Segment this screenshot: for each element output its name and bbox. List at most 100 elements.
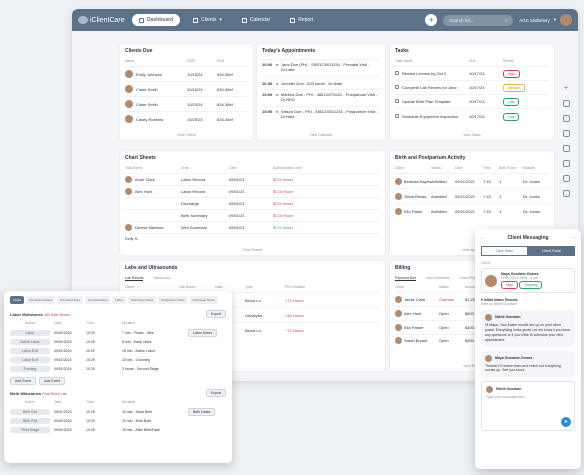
task-row[interactable]: Complete Lab Review for Jane 10/17/24 Medi… bbox=[395, 80, 549, 94]
table-row[interactable]: Elin Parks Admitted 09/21/2021 7:15 1 Dr. Jon… bbox=[395, 203, 549, 218]
tab-ultrasound[interactable]: Ultrasound bbox=[153, 276, 170, 281]
tab-discharge-notes[interactable]: Discharge Notes bbox=[128, 296, 157, 304]
appointment-row[interactable]: 10:30 ● Jennifer Doe - 623 south - Dr.Nate bbox=[262, 76, 380, 89]
task-row[interactable]: Update Birth Plan Template 10/17/24 Low bbox=[395, 94, 549, 108]
appointment-time: 10:00 bbox=[262, 62, 273, 67]
table-row[interactable]: Denise Martinez Well Summary 09/01/21 ⏲ 24 … bbox=[125, 221, 380, 233]
notes-tag[interactable]: Labor Notes bbox=[188, 328, 218, 337]
tab-prenatal-notes[interactable]: Prenatal Notes bbox=[57, 296, 84, 304]
table-row[interactable]: Kelly S. bbox=[125, 233, 380, 243]
message-input[interactable]: Type your message here... bbox=[486, 395, 570, 400]
add-event-button-2[interactable]: Add Event bbox=[39, 377, 66, 385]
col-lab: Lab Name bbox=[179, 285, 196, 289]
compose-box[interactable]: Nikhil Goodwin Type your message here... ➤ bbox=[481, 381, 575, 432]
draft: Labor Record bbox=[181, 177, 206, 182]
table-row[interactable]: Emily Johnson 10/15/24 634-36ef bbox=[125, 66, 248, 81]
plus-icon[interactable]: + bbox=[563, 84, 570, 92]
tab-new-estimates[interactable]: New Estimates bbox=[426, 276, 449, 281]
task-row[interactable]: Schedule Equipment Inspection 10/17/24 Low bbox=[395, 108, 549, 124]
date: 09/01/21 bbox=[229, 201, 245, 206]
time: 10:29 bbox=[86, 427, 95, 432]
messaging-segment: Care Team Client Portal bbox=[481, 246, 575, 256]
nav-calendar[interactable]: Calendar bbox=[235, 14, 277, 26]
task-row[interactable]: Review License by Oct 3 10/17/24 High bbox=[395, 66, 549, 80]
view-all-link[interactable]: View Sheets bbox=[120, 248, 385, 252]
tab-postpartum-visits[interactable]: Postpartum Visits bbox=[158, 296, 188, 304]
table-row[interactable]: Olivia Rekav Admitted 09/21/2021 7:15 1 Dr. J… bbox=[395, 188, 549, 203]
table-row[interactable]: Bedinda Hayes Admitted 09/21/2021 7:15 1 Dr. … bbox=[395, 173, 549, 188]
tab-client-portal[interactable]: Client Portal bbox=[528, 246, 575, 256]
tab-intake[interactable]: Intake bbox=[10, 296, 25, 304]
table-row[interactable]: Alex Hunt Labor Record 09/01/21 ⏲ 24 Hours bbox=[125, 185, 380, 197]
tab-labor[interactable]: Labor bbox=[112, 296, 127, 304]
checkbox[interactable] bbox=[395, 113, 399, 118]
view-all-link[interactable]: View Calendar bbox=[257, 133, 385, 137]
col-client: Client bbox=[395, 166, 404, 170]
time: 10:29 bbox=[86, 339, 95, 344]
back-arrow-icon[interactable]: ← bbox=[481, 236, 485, 240]
send-icon[interactable]: ➤ bbox=[561, 417, 571, 428]
action: Labor Exit bbox=[10, 347, 50, 354]
shield-icon[interactable] bbox=[562, 100, 570, 107]
client-name: Emily Johnson bbox=[136, 71, 163, 77]
list-icon[interactable] bbox=[562, 160, 570, 167]
tab-prenatal-updates[interactable]: Prenatal Updates bbox=[26, 296, 56, 304]
export-button[interactable]: Export bbox=[205, 389, 226, 397]
table-row[interactable]: Anne Clark Labor Record 09/01/21 ⏲ 24 Hours bbox=[125, 173, 380, 185]
duration: 10 min - Birth Note bbox=[122, 418, 152, 423]
table-row[interactable]: Casey Robbins 10/25/24 634-36ef bbox=[125, 111, 248, 126]
milestone-row[interactable]: Birth Exit 09/01/2024 10:29 10 min - Head B… bbox=[10, 407, 226, 416]
client-dob: 10/25/24 bbox=[187, 116, 203, 122]
milestone-row[interactable]: Birth Exit 09/01/2024 10:29 10 min - Birth … bbox=[10, 416, 226, 425]
checkbox[interactable] bbox=[395, 85, 399, 89]
notes-tag[interactable]: Birth Notes bbox=[188, 407, 216, 416]
time: 7:15 bbox=[483, 208, 491, 214]
top-navigation: iClientCare Dashboard Clients ▾ Calendar … bbox=[72, 9, 578, 31]
add-button[interactable]: + bbox=[425, 14, 438, 26]
nav-report[interactable]: Report bbox=[283, 14, 320, 26]
table-row[interactable]: Birth Summary 09/01/21 ⏲ 24 Hours bbox=[125, 209, 380, 221]
export-button[interactable]: Export bbox=[205, 310, 226, 318]
app-logo[interactable]: iClientCare bbox=[78, 16, 126, 24]
tab-prenatal-rapp[interactable]: Prenatal Rapp bbox=[85, 296, 111, 304]
task-name: Update Birth Plan Template bbox=[402, 99, 451, 104]
checkbox[interactable] bbox=[395, 71, 399, 75]
milestone-row[interactable]: Labor Exit 09/01/2024 10:29 15 min - Crowni… bbox=[10, 355, 226, 364]
appointment-row[interactable]: 10:00 ● Jane Doe (PH) - SSB1230/11234 - Pr… bbox=[262, 59, 380, 76]
milestone-row[interactable]: Labor 09/01/2024 10:29 7 min - Phase - 48hr… bbox=[10, 328, 226, 337]
view-all-link[interactable]: View Tasks bbox=[390, 133, 554, 137]
chart-icon[interactable] bbox=[562, 145, 570, 152]
table-row[interactable]: Discharge 09/01/21 ⏲ 24 Hours bbox=[125, 197, 380, 209]
appointment-row[interactable]: 13:00 ● Martina Doe - PHI - 4861347/3221 -… bbox=[262, 89, 380, 106]
nav-dashboard[interactable]: Dashboard bbox=[132, 14, 181, 26]
view-all-link[interactable]: View Clients bbox=[120, 133, 253, 137]
avatar bbox=[125, 70, 133, 78]
milestone-row[interactable]: Third Stage 09/01/2024 10:29 15 min - After… bbox=[10, 425, 226, 434]
appointment-row[interactable]: 15:00 ● Wilson Doe - PHI - 4861235/11234 -… bbox=[262, 106, 380, 123]
table-row[interactable]: Claire Smith 10/23/24 634-36ef bbox=[125, 96, 248, 111]
col-date: Date bbox=[229, 166, 237, 170]
tab-payment-due[interactable]: Payment Due bbox=[395, 276, 417, 281]
tab-care-team[interactable]: Care Team bbox=[481, 246, 528, 256]
tab-lab-results[interactable]: Lab Results bbox=[125, 276, 144, 281]
calendar-icon[interactable] bbox=[562, 115, 570, 122]
draft: Labor Record bbox=[181, 189, 206, 194]
checkbox[interactable] bbox=[395, 99, 399, 103]
time: 7:15 bbox=[483, 193, 491, 199]
mail-icon[interactable] bbox=[562, 175, 570, 182]
nav-clients[interactable]: Clients ▾ bbox=[186, 14, 229, 26]
milestone-row[interactable]: Active Labor 09/01/2024 10:29 8 min - Early… bbox=[10, 337, 226, 346]
table-row[interactable]: Claire Smith 10/16/24 634-36ef bbox=[125, 81, 248, 96]
chat-icon[interactable] bbox=[562, 130, 570, 137]
deadline: +72 Hours bbox=[285, 327, 304, 333]
dollar-icon[interactable] bbox=[562, 190, 570, 197]
add-event-button[interactable]: Add Event bbox=[10, 377, 37, 385]
milestone-row[interactable]: Pushing 09/01/2024 10:29 3 hours - Second S… bbox=[10, 364, 226, 373]
more-icon[interactable]: ⋯ bbox=[572, 236, 576, 240]
client-name: Elin Parks bbox=[404, 208, 423, 214]
milestone-row[interactable]: Labor Exit 09/01/2024 10:29 15 min - Active… bbox=[10, 346, 226, 355]
user-menu[interactable]: AGC Midbelery ▾ bbox=[519, 14, 572, 26]
tab-discharge-notes-2[interactable]: Discharge Notes bbox=[189, 296, 218, 304]
search-input[interactable]: Search for... ⌕ bbox=[443, 14, 514, 26]
client-selector[interactable]: Maya Goodwin-Gomez DOB 09/21/1998 - 4 yrs… bbox=[481, 268, 575, 293]
